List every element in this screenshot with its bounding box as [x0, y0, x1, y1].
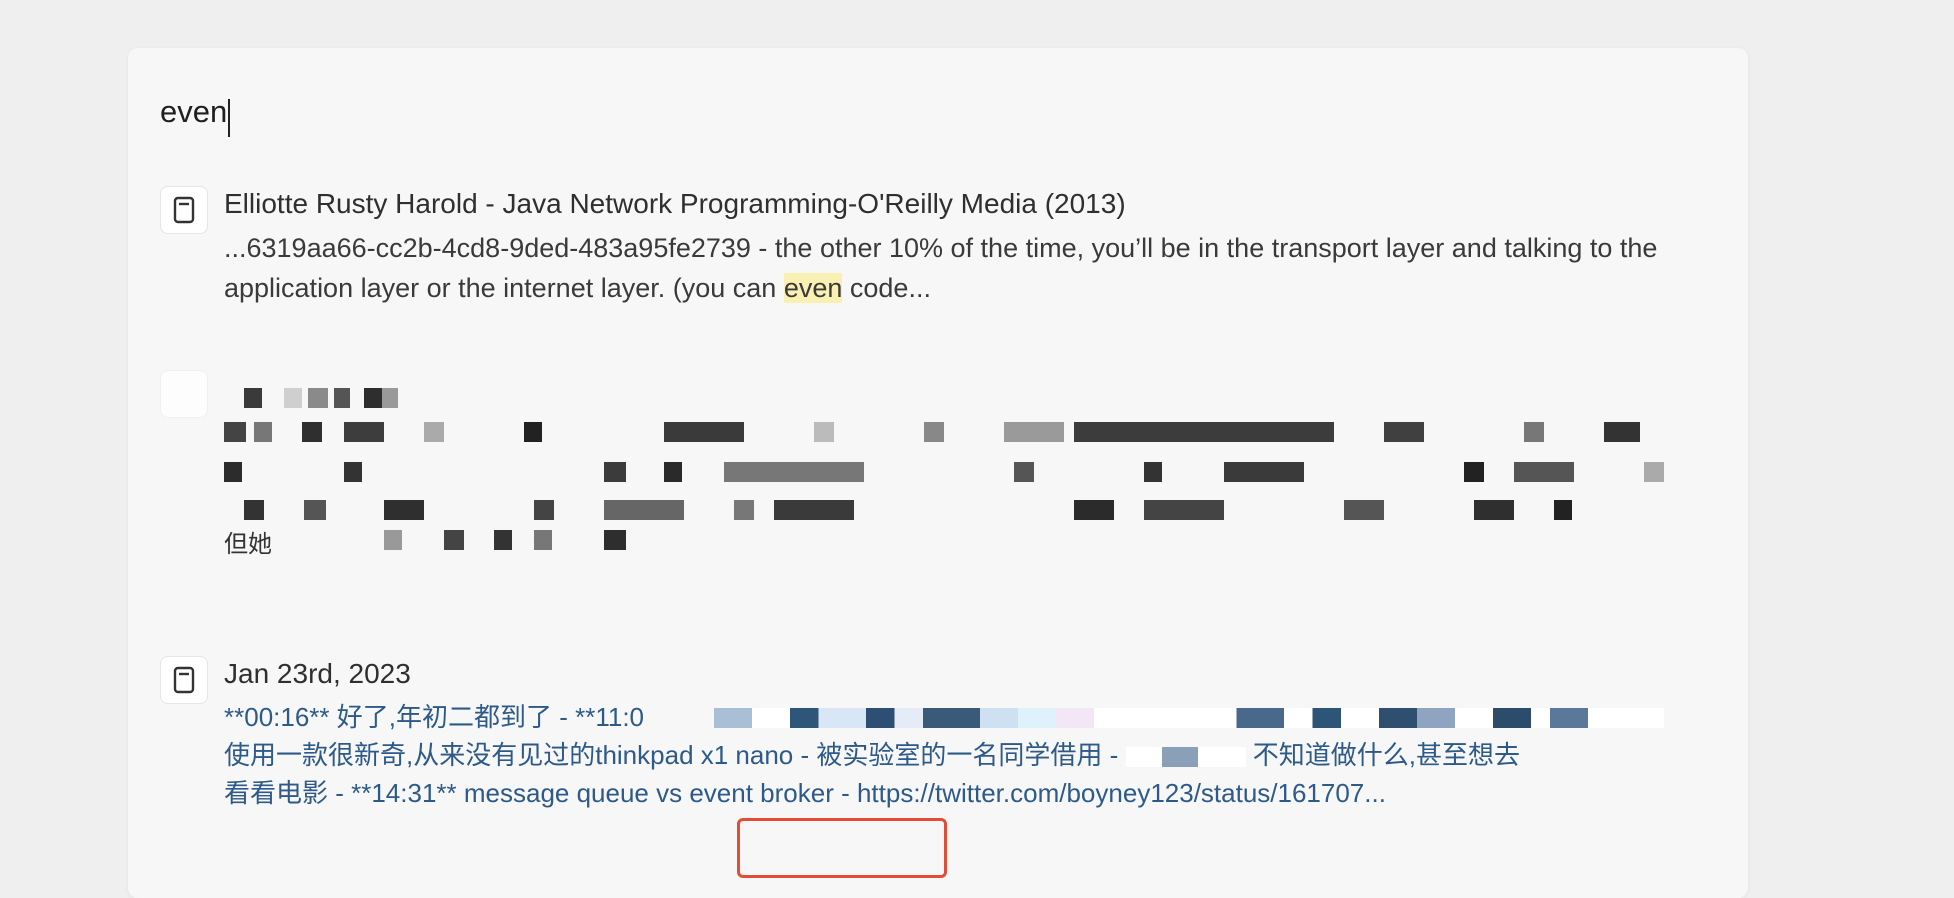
redacted-search-result[interactable]: 但她: [160, 370, 1708, 630]
search-panel: even Elliotte Rusty Harold - Java Networ…: [128, 48, 1748, 898]
text-caret: [228, 98, 231, 137]
redacted-line: [224, 462, 1704, 482]
redacted-span: [1125, 747, 1246, 768]
page-icon: [160, 370, 208, 418]
search-bar[interactable]: even: [160, 88, 1716, 137]
result-snippet: **00:16** 好了,年初二都到了 - **11:0 使用一款很新奇,从来没…: [224, 698, 1708, 812]
redacted-line: 但她: [224, 530, 684, 558]
match-highlight: even: [783, 273, 843, 303]
redacted-title: [224, 388, 444, 408]
result-snippet: ...6319aa66-cc2b-4cd8-9ded-483a95fe2739 …: [224, 233, 1658, 303]
result-title: Jan 23rd, 2023: [224, 658, 411, 689]
redacted-line: [224, 422, 1704, 442]
result-title: Elliotte Rusty Harold - Java Network Pro…: [224, 188, 1126, 219]
page-icon: [160, 656, 208, 704]
redacted-span: [714, 708, 1664, 728]
search-input[interactable]: even: [160, 94, 227, 129]
annotation-box: [737, 818, 947, 878]
page-icon: [160, 186, 208, 234]
redacted-line: [224, 500, 1704, 520]
search-result[interactable]: Jan 23rd, 2023 **00:16** 好了,年初二都到了 - **1…: [160, 656, 1708, 878]
search-result[interactable]: Elliotte Rusty Harold - Java Network Pro…: [160, 186, 1708, 316]
